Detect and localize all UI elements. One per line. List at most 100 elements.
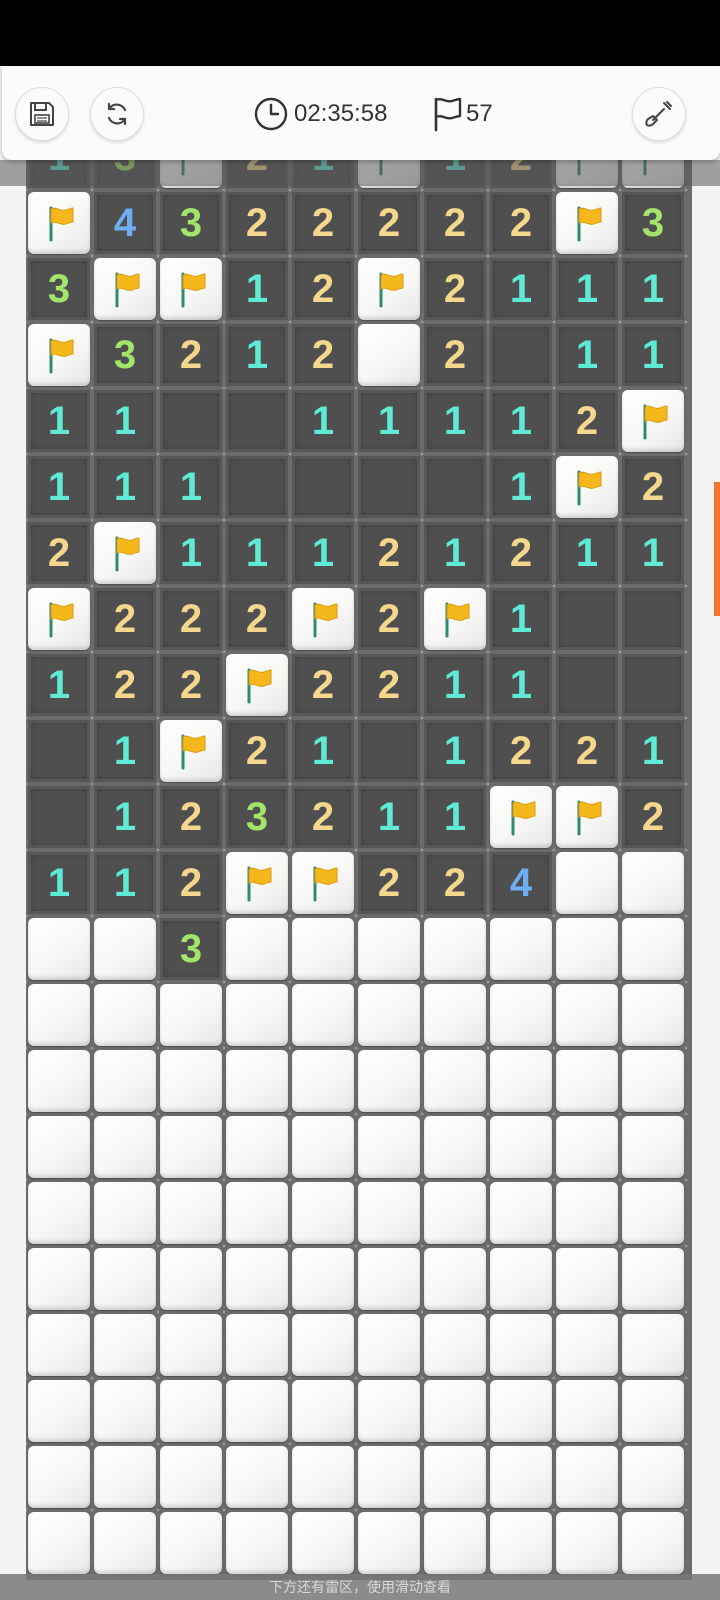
covered-cell[interactable]	[292, 1248, 354, 1310]
covered-cell[interactable]	[28, 1050, 90, 1112]
number-cell[interactable]: 1	[490, 258, 552, 320]
covered-cell[interactable]	[160, 1050, 222, 1112]
flagged-cell[interactable]	[622, 390, 684, 452]
covered-cell[interactable]	[490, 1050, 552, 1112]
number-cell[interactable]: 1	[424, 522, 486, 584]
number-cell[interactable]: 2	[28, 522, 90, 584]
covered-cell[interactable]	[160, 1380, 222, 1442]
covered-cell[interactable]	[160, 984, 222, 1046]
covered-cell[interactable]	[226, 1116, 288, 1178]
covered-cell[interactable]	[358, 918, 420, 980]
covered-cell[interactable]	[556, 852, 618, 914]
empty-cell[interactable]	[226, 456, 288, 518]
covered-cell[interactable]	[160, 1116, 222, 1178]
empty-cell[interactable]	[424, 456, 486, 518]
covered-cell[interactable]	[226, 1446, 288, 1508]
empty-cell[interactable]	[556, 588, 618, 650]
empty-cell[interactable]	[622, 588, 684, 650]
number-cell[interactable]: 1	[556, 324, 618, 386]
number-cell[interactable]: 2	[226, 720, 288, 782]
flagged-cell[interactable]	[556, 786, 618, 848]
number-cell[interactable]: 2	[358, 522, 420, 584]
number-cell[interactable]: 2	[94, 654, 156, 716]
number-cell[interactable]: 1	[226, 522, 288, 584]
covered-cell[interactable]	[358, 1314, 420, 1376]
covered-cell[interactable]	[226, 984, 288, 1046]
covered-cell[interactable]	[358, 1116, 420, 1178]
covered-cell[interactable]	[556, 1512, 618, 1574]
number-cell[interactable]: 1	[226, 324, 288, 386]
covered-cell[interactable]	[622, 1248, 684, 1310]
covered-cell[interactable]	[94, 918, 156, 980]
covered-cell[interactable]	[28, 1446, 90, 1508]
covered-cell[interactable]	[424, 984, 486, 1046]
covered-cell[interactable]	[28, 1116, 90, 1178]
covered-cell[interactable]	[94, 1380, 156, 1442]
number-cell[interactable]: 1	[556, 258, 618, 320]
covered-cell[interactable]	[424, 1050, 486, 1112]
flagged-cell[interactable]	[556, 456, 618, 518]
covered-cell[interactable]	[28, 1248, 90, 1310]
covered-cell[interactable]	[556, 984, 618, 1046]
covered-cell[interactable]	[292, 1380, 354, 1442]
covered-cell[interactable]	[94, 1446, 156, 1508]
number-cell[interactable]: 2	[160, 852, 222, 914]
flagged-cell[interactable]	[358, 258, 420, 320]
covered-cell[interactable]	[424, 1446, 486, 1508]
number-cell[interactable]: 3	[28, 258, 90, 320]
flagged-cell[interactable]	[292, 588, 354, 650]
covered-cell[interactable]	[556, 918, 618, 980]
number-cell[interactable]: 1	[556, 522, 618, 584]
covered-cell[interactable]	[556, 1380, 618, 1442]
number-cell[interactable]: 1	[94, 456, 156, 518]
covered-cell[interactable]	[358, 1380, 420, 1442]
number-cell[interactable]: 2	[94, 588, 156, 650]
number-cell[interactable]: 2	[358, 654, 420, 716]
number-cell[interactable]: 4	[94, 192, 156, 254]
empty-cell[interactable]	[358, 720, 420, 782]
empty-cell[interactable]	[226, 390, 288, 452]
number-cell[interactable]: 2	[160, 324, 222, 386]
covered-cell[interactable]	[28, 1182, 90, 1244]
number-cell[interactable]: 2	[358, 588, 420, 650]
covered-cell[interactable]	[28, 1314, 90, 1376]
number-cell[interactable]: 2	[556, 720, 618, 782]
number-cell[interactable]: 2	[292, 324, 354, 386]
restart-button[interactable]	[90, 87, 144, 141]
flagged-cell[interactable]	[160, 720, 222, 782]
number-cell[interactable]: 1	[160, 456, 222, 518]
flagged-cell[interactable]	[556, 192, 618, 254]
covered-cell[interactable]	[292, 1182, 354, 1244]
covered-cell[interactable]	[28, 1512, 90, 1574]
covered-cell[interactable]	[490, 1116, 552, 1178]
number-cell[interactable]: 2	[226, 588, 288, 650]
flagged-cell[interactable]	[424, 588, 486, 650]
covered-cell[interactable]	[424, 1248, 486, 1310]
covered-cell[interactable]	[94, 1182, 156, 1244]
number-cell[interactable]: 3	[94, 324, 156, 386]
covered-cell[interactable]	[226, 1314, 288, 1376]
number-cell[interactable]: 1	[424, 720, 486, 782]
flagged-cell[interactable]	[160, 258, 222, 320]
number-cell[interactable]: 2	[424, 324, 486, 386]
covered-cell[interactable]	[490, 1446, 552, 1508]
covered-cell[interactable]	[226, 1512, 288, 1574]
number-cell[interactable]: 1	[160, 522, 222, 584]
covered-cell[interactable]	[622, 1314, 684, 1376]
covered-cell[interactable]	[622, 918, 684, 980]
covered-cell[interactable]	[490, 1314, 552, 1376]
number-cell[interactable]: 2	[490, 192, 552, 254]
number-cell[interactable]: 2	[226, 192, 288, 254]
flagged-cell[interactable]	[94, 522, 156, 584]
empty-cell[interactable]	[358, 456, 420, 518]
covered-cell[interactable]	[226, 1380, 288, 1442]
covered-cell[interactable]	[358, 1248, 420, 1310]
number-cell[interactable]: 1	[292, 522, 354, 584]
flagged-cell[interactable]	[490, 786, 552, 848]
covered-cell[interactable]	[622, 984, 684, 1046]
minefield-viewport[interactable]: 13 21 12 4322222 33 12 2111 321221111111…	[0, 160, 720, 1580]
number-cell[interactable]: 2	[160, 786, 222, 848]
number-cell[interactable]: 1	[490, 654, 552, 716]
covered-cell[interactable]	[292, 1050, 354, 1112]
flagged-cell[interactable]	[28, 324, 90, 386]
